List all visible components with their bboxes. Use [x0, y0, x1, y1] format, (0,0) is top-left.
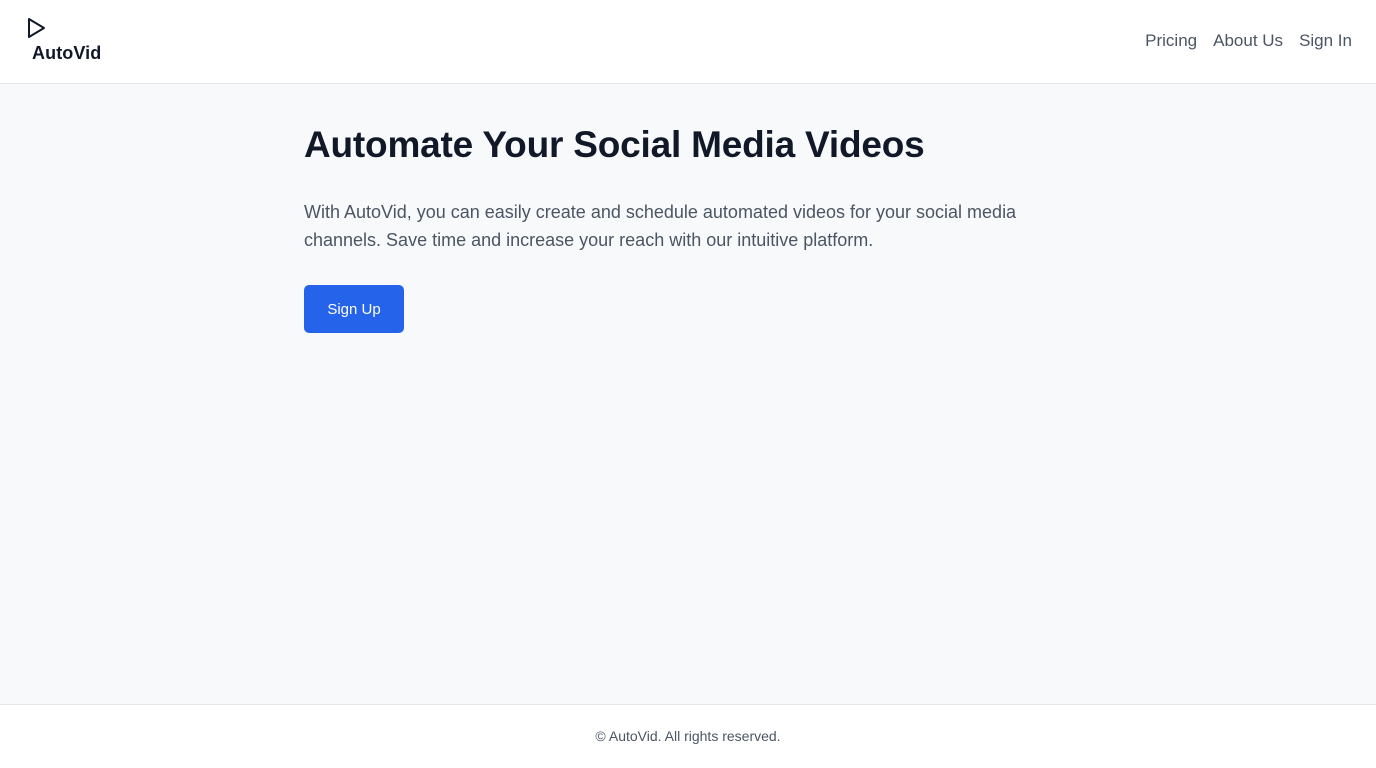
hero-section: Automate Your Social Media Videos With A… — [304, 122, 1084, 333]
hero-description: With AutoVid, you can easily create and … — [304, 202, 1017, 250]
brand-name: AutoVid — [32, 43, 102, 63]
brand-logo[interactable]: AutoVid — [26, 16, 126, 68]
site-header: AutoVid Pricing About Us Sign In — [0, 0, 1376, 84]
nav-link-sign-in[interactable]: Sign In — [1299, 31, 1352, 51]
nav-link-pricing[interactable]: Pricing — [1145, 31, 1197, 51]
main-nav: Pricing About Us Sign In — [1145, 31, 1352, 51]
hero-title: Automate Your Social Media Videos — [304, 124, 925, 165]
nav-link-about-us[interactable]: About Us — [1213, 31, 1283, 51]
site-footer: © AutoVid. All rights reserved. — [0, 704, 1376, 768]
footer-copyright: © AutoVid. All rights reserved. — [595, 728, 781, 744]
play-icon — [28, 18, 45, 38]
sign-up-button[interactable]: Sign Up — [304, 285, 404, 333]
